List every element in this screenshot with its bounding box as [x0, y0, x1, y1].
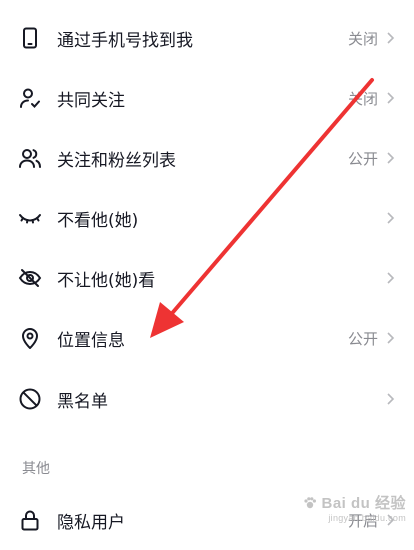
settings-row-value: 关闭	[347, 29, 378, 48]
chevron-right-icon	[384, 31, 398, 45]
user-check-icon	[16, 84, 44, 112]
settings-row-label: 隐私用户	[57, 512, 125, 533]
settings-row-blacklist[interactable]: 黑名单	[0, 369, 414, 429]
settings-row-mutual-follow[interactable]: 共同关注 关闭	[0, 68, 414, 128]
settings-row-label: 关注和粉丝列表	[57, 150, 176, 171]
settings-row-hide-my-content[interactable]: 不让他(她)看	[0, 248, 414, 308]
watermark-url: jingyan.baidu.com	[328, 513, 406, 523]
chevron-right-icon	[384, 211, 398, 225]
paw-logo-icon	[304, 497, 316, 509]
settings-row-label: 通过手机号找到我	[57, 30, 193, 51]
section-header-other: 其他	[22, 461, 50, 477]
watermark: Bai du 经验 jingyan.baidu.com	[303, 496, 406, 525]
chevron-right-icon	[384, 331, 398, 345]
settings-row-label: 不让他(她)看	[57, 270, 156, 291]
block-icon	[16, 385, 44, 413]
settings-row-label: 共同关注	[57, 90, 125, 111]
chevron-right-icon	[384, 91, 398, 105]
chevron-right-icon	[384, 271, 398, 285]
settings-row-label: 不看他(她)	[57, 210, 139, 231]
watermark-brand: Bai du 经验	[303, 496, 406, 511]
settings-row-value: 公开	[347, 149, 378, 168]
phone-icon	[16, 24, 44, 52]
chevron-right-icon	[384, 151, 398, 165]
eye-slash-icon	[16, 264, 44, 292]
lock-icon	[16, 506, 44, 534]
settings-row-value: 关闭	[347, 89, 378, 108]
settings-row-label: 位置信息	[57, 330, 125, 351]
settings-row-hide-their-content[interactable]: 不看他(她)	[0, 188, 414, 248]
closed-eye-icon	[16, 204, 44, 232]
chevron-right-icon	[384, 392, 398, 406]
settings-row-value: 公开	[347, 329, 378, 348]
settings-row-location-info[interactable]: 位置信息 公开	[0, 308, 414, 368]
settings-row-label: 黑名单	[57, 391, 108, 412]
settings-row-find-by-phone[interactable]: 通过手机号找到我 关闭	[0, 8, 414, 68]
settings-row-follow-fans-list[interactable]: 关注和粉丝列表 公开	[0, 128, 414, 188]
users-icon	[16, 144, 44, 172]
location-pin-icon	[16, 324, 44, 352]
